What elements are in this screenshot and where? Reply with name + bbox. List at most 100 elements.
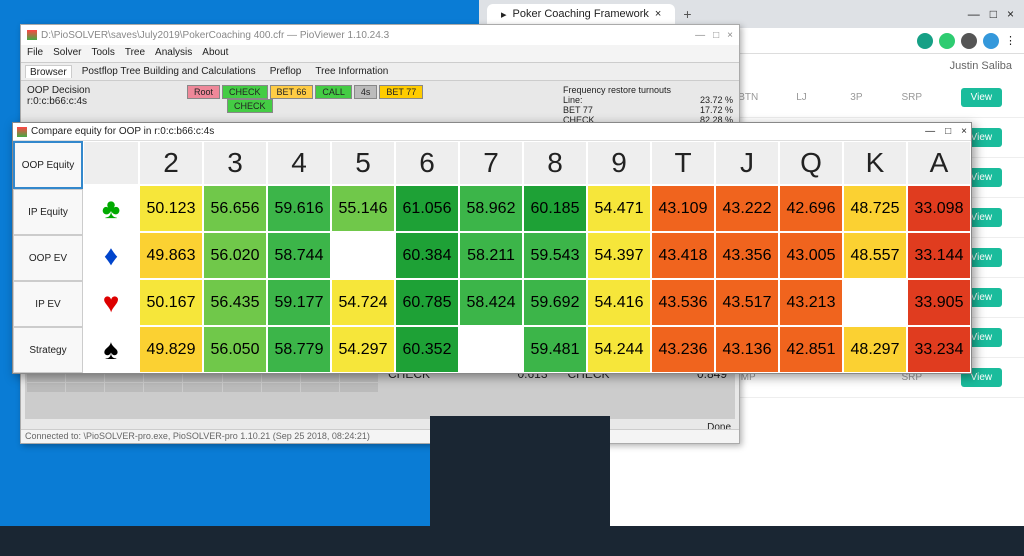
eq-tab-strategy[interactable]: Strategy <box>13 327 83 373</box>
eq-cell[interactable]: 43.005 <box>779 232 843 279</box>
eq-cell[interactable]: 59.543 <box>523 232 587 279</box>
window-close-icon[interactable]: × <box>1007 7 1014 21</box>
eq-cell[interactable]: 55.146 <box>331 185 395 232</box>
eq-cell[interactable]: 54.244 <box>587 326 651 373</box>
eq-tab-oop-ev[interactable]: OOP EV <box>13 235 83 281</box>
eq-cell[interactable]: 61.056 <box>395 185 459 232</box>
eq-cell[interactable]: 48.725 <box>843 185 907 232</box>
eq-cell[interactable]: 43.517 <box>715 279 779 326</box>
root-button[interactable]: Root <box>187 85 220 99</box>
eq-cell[interactable]: 60.384 <box>395 232 459 279</box>
eq-titlebar: Compare equity for OOP in r:0:c:b66:c:4s… <box>13 123 971 141</box>
eq-cell[interactable]: 56.020 <box>203 232 267 279</box>
eq-cell[interactable]: 58.779 <box>267 326 331 373</box>
menu-tree[interactable]: Tree <box>125 47 145 60</box>
view-button[interactable]: View <box>961 88 1003 107</box>
tab-tree-information[interactable]: Tree Information <box>311 65 392 78</box>
eq-cell[interactable]: 43.109 <box>651 185 715 232</box>
eq-cell[interactable]: 42.696 <box>779 185 843 232</box>
new-tab-button[interactable]: + <box>675 4 699 24</box>
menu-analysis[interactable]: Analysis <box>155 47 192 60</box>
col-header-5: 5 <box>331 141 395 185</box>
eq-cell[interactable]: 42.851 <box>779 326 843 373</box>
window-close-icon[interactable]: × <box>961 126 967 137</box>
eq-cell[interactable]: 54.397 <box>587 232 651 279</box>
eq-cell[interactable]: 60.352 <box>395 326 459 373</box>
extension-icon[interactable] <box>917 33 933 49</box>
eq-app-icon <box>17 127 27 137</box>
eq-cell[interactable]: 48.557 <box>843 232 907 279</box>
browser-tab[interactable]: ▸ Poker Coaching Framework × <box>487 4 675 25</box>
eq-cell[interactable]: 33.905 <box>907 279 971 326</box>
profile-avatar-icon[interactable] <box>983 33 999 49</box>
call-button[interactable]: CALL <box>315 85 352 99</box>
eq-cell[interactable]: 48.297 <box>843 326 907 373</box>
extension-icon[interactable] <box>939 33 955 49</box>
check-button[interactable]: CHECK <box>222 85 268 99</box>
tab-postflop-tree-building-and-calculations[interactable]: Postflop Tree Building and Calculations <box>78 65 260 78</box>
eq-cell[interactable]: 43.236 <box>651 326 715 373</box>
bet66-button[interactable]: BET 66 <box>270 85 314 99</box>
eq-cell[interactable]: 43.213 <box>779 279 843 326</box>
eq-cell[interactable]: 49.829 <box>139 326 203 373</box>
window-minimize-icon[interactable]: — <box>695 30 705 41</box>
eq-cell[interactable]: 33.098 <box>907 185 971 232</box>
eq-cell[interactable]: 54.471 <box>587 185 651 232</box>
window-maximize-icon[interactable]: □ <box>990 7 997 21</box>
eq-cell[interactable]: 43.136 <box>715 326 779 373</box>
eq-cell[interactable]: 60.185 <box>523 185 587 232</box>
menu-tools[interactable]: Tools <box>91 47 114 60</box>
turn-chip[interactable]: 4s <box>354 85 378 99</box>
eq-cell[interactable]: 43.536 <box>651 279 715 326</box>
eq-cell[interactable]: 60.785 <box>395 279 459 326</box>
eq-cell[interactable]: 43.356 <box>715 232 779 279</box>
menu-solver[interactable]: Solver <box>53 47 81 60</box>
extension-icon[interactable] <box>961 33 977 49</box>
col-header-2: 2 <box>139 141 203 185</box>
eq-tab-ip-equity[interactable]: IP Equity <box>13 189 83 235</box>
eq-cell[interactable]: 43.418 <box>651 232 715 279</box>
window-minimize-icon[interactable]: — <box>925 126 935 137</box>
eq-cell[interactable]: 58.744 <box>267 232 331 279</box>
menu-file[interactable]: File <box>27 47 43 60</box>
eq-cell[interactable]: 58.424 <box>459 279 523 326</box>
eq-cell[interactable]: 59.177 <box>267 279 331 326</box>
tab-browser[interactable]: Browser <box>25 65 72 78</box>
eq-cell[interactable]: 33.234 <box>907 326 971 373</box>
bet77-button[interactable]: BET 77 <box>379 85 423 99</box>
eq-cell[interactable]: 49.863 <box>139 232 203 279</box>
eq-cell[interactable]: 58.962 <box>459 185 523 232</box>
menu-about[interactable]: About <box>202 47 228 60</box>
eq-cell[interactable]: 59.481 <box>523 326 587 373</box>
eq-cell[interactable] <box>843 279 907 326</box>
eq-cell[interactable]: 54.297 <box>331 326 395 373</box>
eq-cell[interactable]: 56.050 <box>203 326 267 373</box>
eq-cell[interactable]: 33.144 <box>907 232 971 279</box>
tab-close-icon[interactable]: × <box>655 8 661 20</box>
pio-title-text: D:\PioSOLVER\saves\July2019\PokerCoachin… <box>41 30 389 41</box>
eq-tab-ip-ev[interactable]: IP EV <box>13 281 83 327</box>
eq-cell[interactable]: 54.416 <box>587 279 651 326</box>
eq-cell[interactable] <box>459 326 523 373</box>
window-maximize-icon[interactable]: □ <box>713 30 719 41</box>
compare-equity-window: Compare equity for OOP in r:0:c:b66:c:4s… <box>12 122 972 374</box>
windows-taskbar[interactable] <box>0 526 1024 556</box>
frequency-panel: Frequency restore turnouts Line:23.72 %B… <box>563 85 733 125</box>
eq-cell[interactable]: 56.435 <box>203 279 267 326</box>
check-button-row2[interactable]: CHECK <box>227 99 273 113</box>
window-minimize-icon[interactable]: — <box>968 7 980 21</box>
eq-tab-oop-equity[interactable]: OOP Equity <box>13 141 83 189</box>
eq-cell[interactable]: 59.692 <box>523 279 587 326</box>
window-maximize-icon[interactable]: □ <box>945 126 951 137</box>
window-close-icon[interactable]: × <box>727 30 733 41</box>
eq-cell[interactable]: 56.656 <box>203 185 267 232</box>
eq-cell[interactable]: 59.616 <box>267 185 331 232</box>
eq-cell[interactable]: 58.211 <box>459 232 523 279</box>
eq-cell[interactable]: 50.123 <box>139 185 203 232</box>
chrome-menu-icon[interactable]: ⋮ <box>1005 34 1016 47</box>
tab-preflop[interactable]: Preflop <box>266 65 306 78</box>
eq-cell[interactable]: 54.724 <box>331 279 395 326</box>
eq-cell[interactable]: 50.167 <box>139 279 203 326</box>
eq-cell[interactable]: 43.222 <box>715 185 779 232</box>
eq-cell[interactable] <box>331 232 395 279</box>
